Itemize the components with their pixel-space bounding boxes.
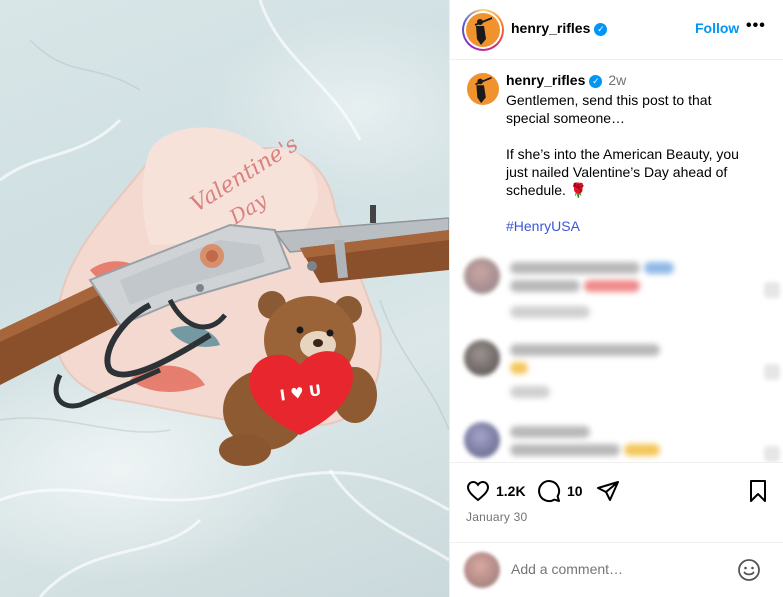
comment-avatar bbox=[464, 258, 500, 294]
like-count[interactable]: 1.2K bbox=[496, 483, 526, 499]
caption-username[interactable]: henry_rifles bbox=[506, 72, 585, 88]
comment-blur bbox=[510, 362, 528, 374]
comment-input[interactable] bbox=[511, 561, 711, 577]
add-comment-bar bbox=[450, 542, 783, 597]
follow-button[interactable]: Follow bbox=[695, 20, 739, 36]
comment-blur bbox=[584, 280, 640, 292]
like-button[interactable]: 1.2K bbox=[466, 479, 526, 503]
heart-icon[interactable] bbox=[466, 479, 490, 503]
comment-blur bbox=[510, 306, 590, 318]
caption-header: henry_rifles ✓ 2w bbox=[506, 72, 626, 88]
username-text[interactable]: henry_rifles bbox=[511, 20, 590, 36]
comment-avatar bbox=[464, 422, 500, 458]
caption-avatar[interactable] bbox=[467, 73, 499, 105]
comment-blur bbox=[644, 262, 674, 274]
share-button[interactable] bbox=[596, 479, 620, 503]
share-icon[interactable] bbox=[596, 479, 620, 503]
hashtag-link[interactable]: #HenryUSA bbox=[506, 218, 580, 234]
post-image[interactable]: Valentine's Day I ♥ U bbox=[0, 0, 449, 597]
comment-like-icon[interactable] bbox=[764, 282, 780, 298]
post-panel: henry_rifles ✓ Follow ••• henry_rifles ✓ 2w… bbox=[449, 0, 783, 597]
comment-blur bbox=[510, 444, 620, 456]
more-icon[interactable]: ••• bbox=[746, 17, 766, 35]
comment-count[interactable]: 10 bbox=[567, 483, 583, 499]
post-header: henry_rifles ✓ Follow ••• bbox=[450, 0, 783, 60]
save-button[interactable] bbox=[746, 479, 770, 503]
author-avatar[interactable] bbox=[462, 9, 504, 51]
post-date[interactable]: January 30 bbox=[466, 510, 527, 524]
comment-icon[interactable] bbox=[537, 479, 561, 503]
action-bar: 1.2K 10 January 30 bbox=[450, 462, 783, 542]
bookmark-icon[interactable] bbox=[746, 479, 770, 503]
post-photo-illustration: Valentine's Day I ♥ U bbox=[0, 0, 449, 597]
logo-icon bbox=[474, 17, 493, 45]
comments-list bbox=[450, 250, 783, 462]
post-time[interactable]: 2w bbox=[608, 72, 626, 88]
comment-like-icon[interactable] bbox=[764, 364, 780, 380]
verified-badge-icon: ✓ bbox=[589, 75, 603, 88]
comment-like-icon[interactable] bbox=[764, 446, 780, 462]
author-username[interactable]: henry_rifles ✓ bbox=[511, 20, 608, 36]
current-user-avatar bbox=[464, 552, 500, 588]
comment-button[interactable]: 10 bbox=[537, 479, 583, 503]
caption-text: Gentlemen, send this post to that specia… bbox=[506, 91, 758, 235]
comment-avatar bbox=[464, 340, 500, 376]
verified-badge-icon: ✓ bbox=[594, 23, 608, 36]
comment-blur bbox=[510, 426, 590, 438]
comment-blur bbox=[510, 262, 640, 274]
comment-blur bbox=[510, 280, 580, 292]
caption-body: Gentlemen, send this post to that specia… bbox=[506, 92, 739, 198]
logo-icon bbox=[475, 76, 492, 104]
comment-blur bbox=[624, 444, 660, 456]
comment-blur bbox=[510, 386, 550, 398]
emoji-icon[interactable] bbox=[737, 558, 761, 582]
comment-blur bbox=[510, 344, 660, 356]
